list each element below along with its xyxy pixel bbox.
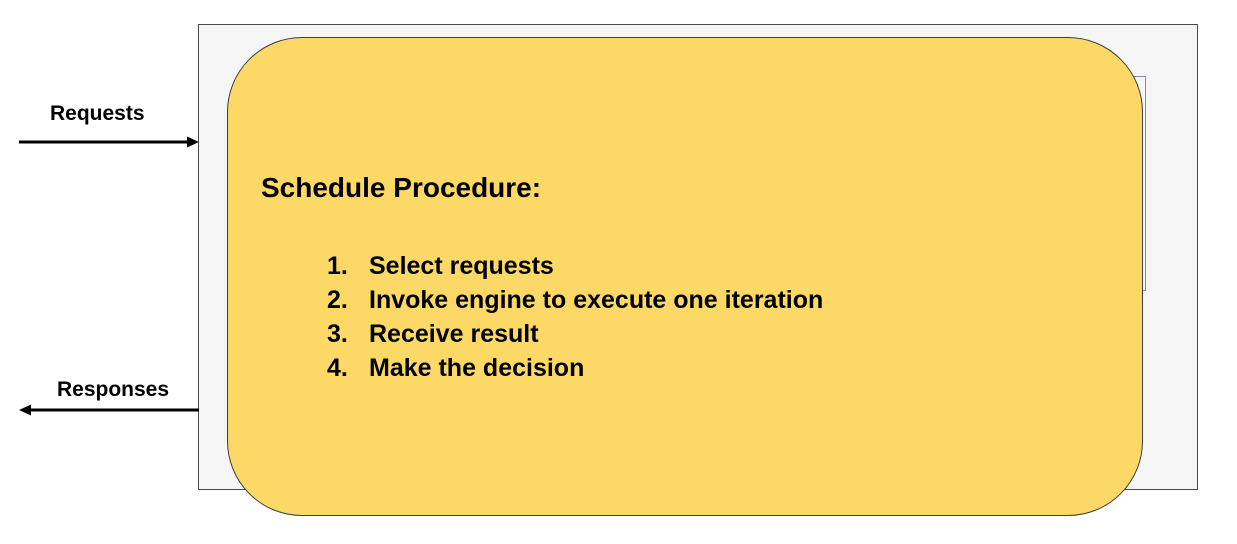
arrows-layer [19,136,199,416]
responses-arrow [19,404,199,416]
requests-arrow [19,136,199,148]
